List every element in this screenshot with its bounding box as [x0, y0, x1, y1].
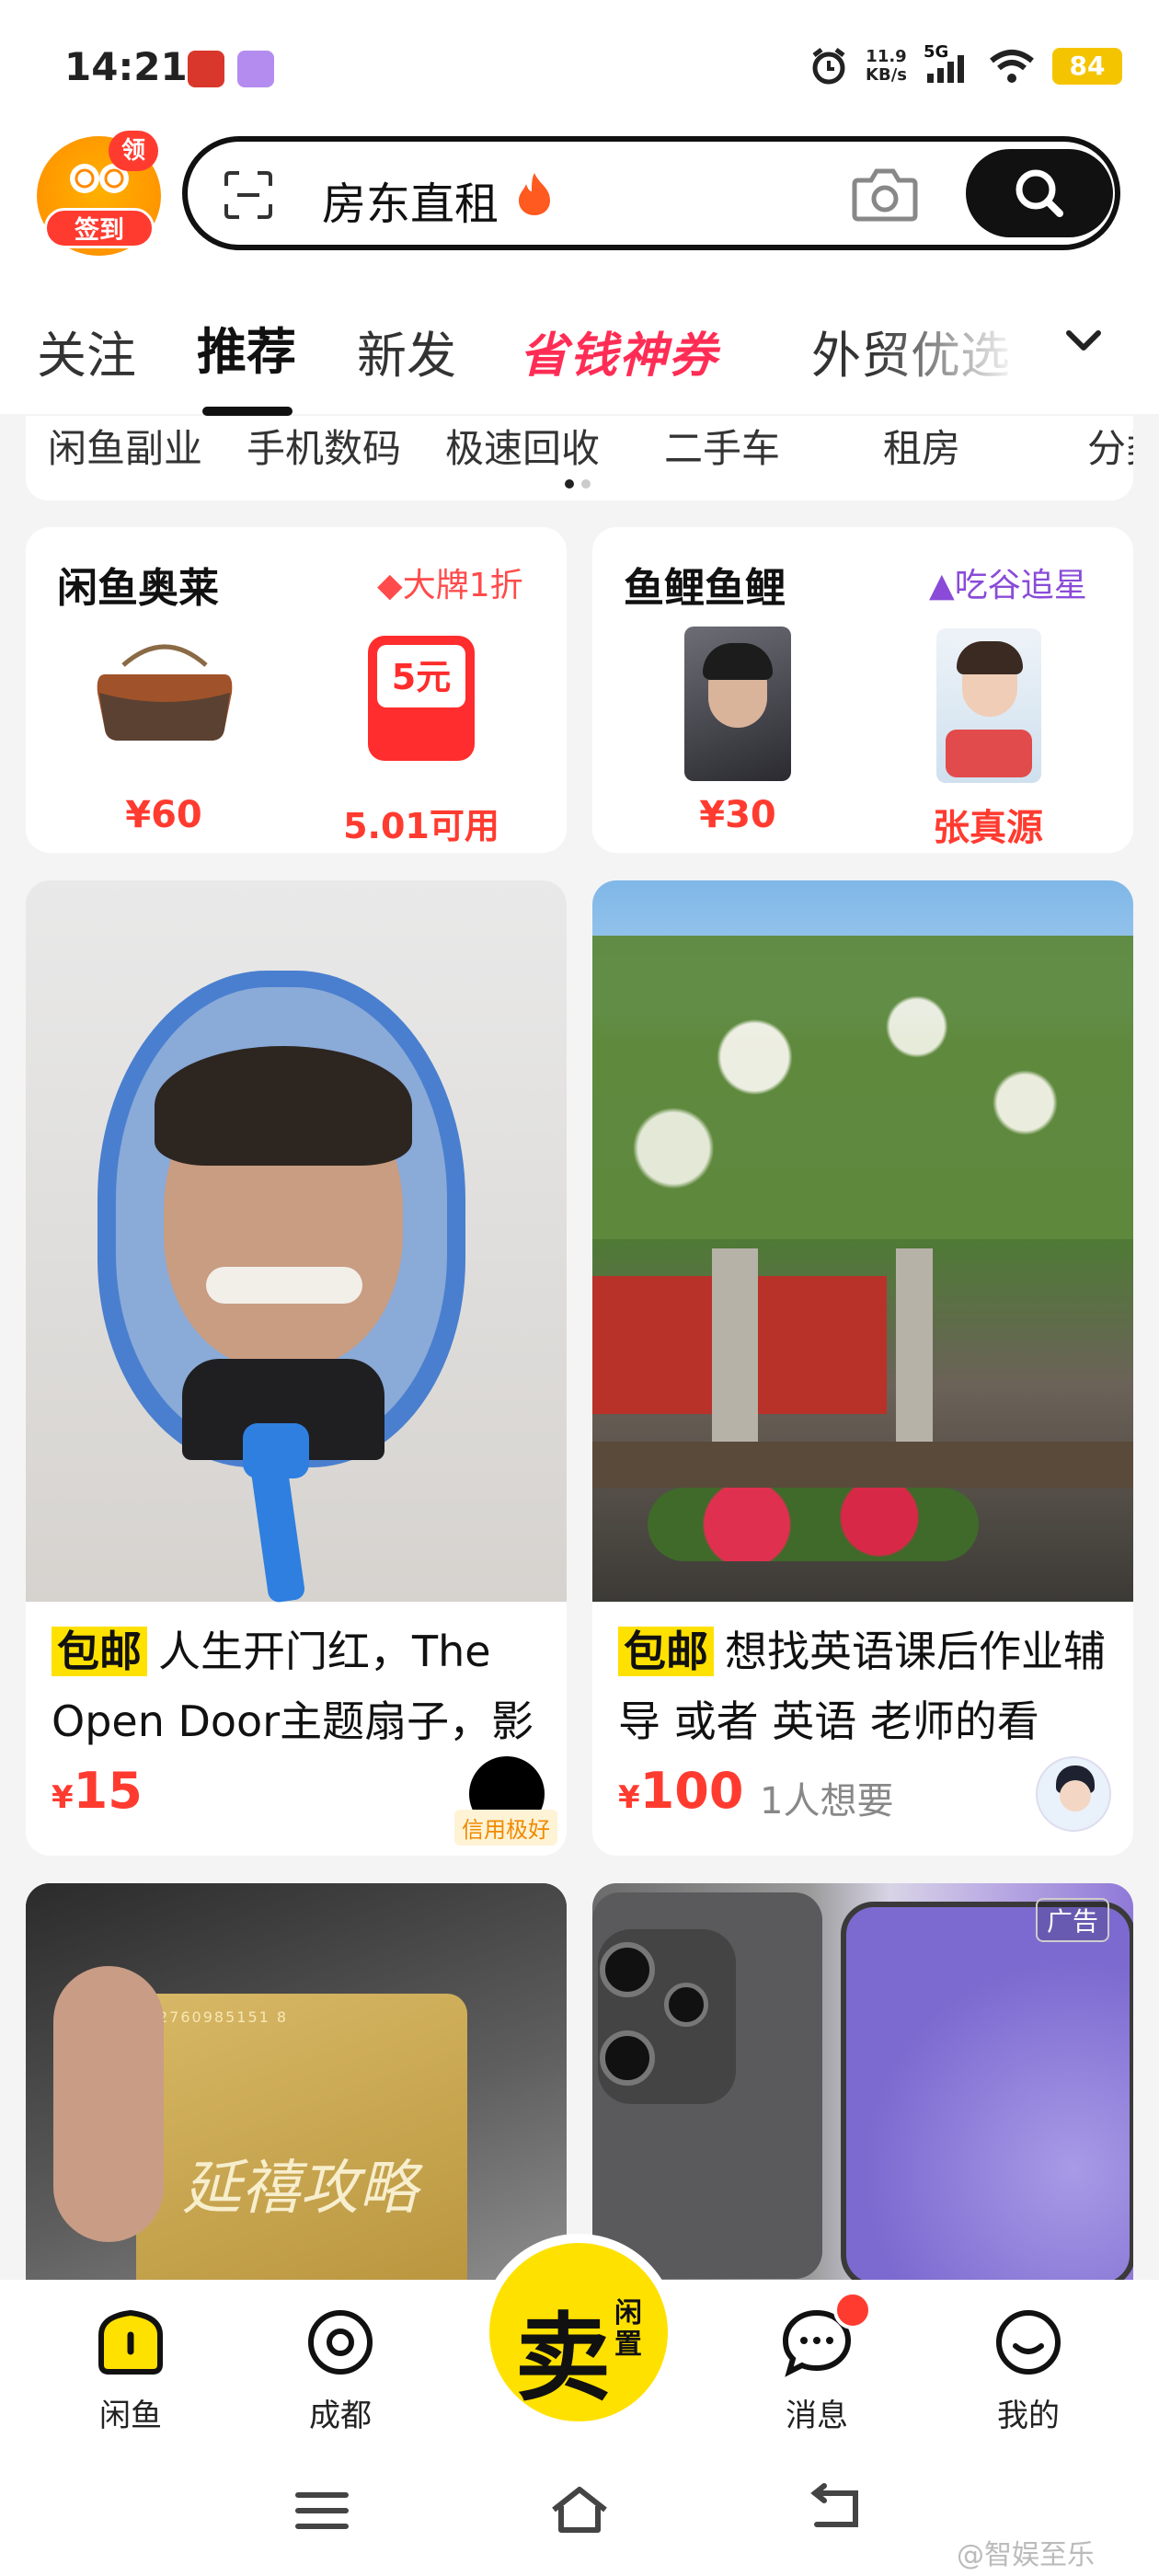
page-dot	[581, 479, 591, 489]
chevron-down-icon[interactable]	[1056, 313, 1111, 368]
hand	[53, 1966, 164, 2242]
card-number: 2760985151 8	[158, 2008, 289, 2026]
product-price: ¥100	[618, 1762, 744, 1820]
feed-item-ad[interactable]: 广告	[592, 1883, 1133, 2280]
want-count: 1人想要	[760, 1780, 894, 1823]
card-art-text: 延禧攻略	[182, 2155, 418, 2223]
category-item[interactable]: 分类	[1087, 418, 1133, 474]
photocard-image-2[interactable]	[936, 628, 1041, 783]
back-icon[interactable]	[806, 2482, 866, 2536]
app-notification-icon	[188, 51, 224, 87]
category-item[interactable]: 二手车	[664, 418, 780, 474]
status-time: 14:21	[64, 44, 188, 89]
signal-icon: 5G	[924, 42, 971, 85]
search-icon	[1016, 169, 1063, 217]
gold-card: 2760985151 8 延禧攻略	[136, 1994, 467, 2280]
credit-badge: 信用极好	[454, 1810, 557, 1846]
net-speed: 11.9 KB/s	[866, 47, 907, 85]
category-item[interactable]: 手机数码	[247, 418, 401, 474]
promo-title: 鱼鲤鱼鲤	[624, 565, 786, 612]
seller-avatar[interactable]	[1036, 1756, 1111, 1832]
category-item[interactable]: 闲鱼副业	[48, 418, 202, 474]
feed-item[interactable]: 2760985151 8 延禧攻略	[26, 1883, 567, 2280]
promo-price: ¥60	[125, 794, 202, 836]
promo-price: ¥30	[699, 794, 776, 836]
feed-item[interactable]: 包邮 想找英语课后作业辅导 或者 英语 老师的看 ¥100 1人想要	[592, 880, 1133, 1856]
profile-icon	[996, 2310, 1061, 2375]
category-item[interactable]: 极速回收	[445, 418, 600, 474]
price-tag-icon: ◆	[377, 567, 403, 604]
promo-title: 闲鱼奥莱	[57, 565, 219, 612]
home-nav-icon[interactable]	[546, 2480, 613, 2539]
product-title: 包邮 人生开门红，The Open Door主题扇子，影	[52, 1627, 534, 1746]
search-button[interactable]	[966, 149, 1113, 237]
promo-tag: ▲吃谷追星	[929, 567, 1087, 604]
battery-indicator: 84	[1052, 48, 1122, 85]
promo-card-fandom[interactable]: 鱼鲤鱼鲤 ▲吃谷追星 ¥30 张真源	[592, 527, 1133, 853]
promo-tag: ◆大牌1折	[377, 567, 523, 604]
camera-search-icon[interactable]	[851, 164, 919, 223]
signin-badge: 领	[109, 131, 158, 171]
product-price: ¥15	[52, 1762, 143, 1820]
sell-sublabel: 闲置	[614, 2297, 642, 2361]
sell-label[interactable]: 卖	[515, 2280, 611, 2419]
nav-item-profile[interactable]: 我的	[964, 2304, 1093, 2435]
scan-icon[interactable]	[221, 167, 276, 223]
red-packet-image[interactable]: 5元	[368, 636, 475, 761]
promo-celebrity-label: 张真源	[933, 807, 1043, 849]
active-tab-indicator	[202, 407, 293, 416]
coupon-value: 5元	[391, 657, 452, 697]
product-image-garden	[592, 880, 1133, 1602]
thumbs-up-icon: ▲	[929, 567, 955, 604]
photocard-image[interactable]	[684, 627, 791, 781]
bag-image[interactable]	[86, 638, 243, 748]
tab-new[interactable]: 新发	[357, 315, 456, 387]
search-input[interactable]: 房东直租	[322, 167, 499, 232]
home-icon	[98, 2309, 163, 2375]
feed-item[interactable]: 包邮 人生开门红，The Open Door主题扇子，影 ¥15 信用极好	[26, 880, 567, 1856]
free-shipping-tag: 包邮	[52, 1627, 147, 1676]
tab-follow[interactable]: 关注	[37, 315, 136, 387]
product-title: 包邮 想找英语课后作业辅导 或者 英语 老师的看	[618, 1627, 1106, 1746]
phone-back	[592, 1892, 822, 2279]
page-dot-active	[565, 479, 574, 489]
free-shipping-tag: 包邮	[618, 1627, 714, 1676]
unread-dot	[833, 2291, 872, 2329]
watermark: @智娱至乐	[957, 2539, 1095, 2571]
status-icons: 11.9 KB/s 5G 84	[809, 42, 1122, 86]
product-image-fan	[26, 880, 567, 1604]
nav-item-home[interactable]: 闲鱼	[66, 2304, 195, 2435]
tab-coupons[interactable]: 省钱神券	[520, 316, 718, 385]
phone-front	[841, 1902, 1133, 2280]
hot-fire-icon	[519, 173, 550, 215]
nav-item-city[interactable]: 成都	[276, 2304, 405, 2435]
category-strip: 闲鱼副业 手机数码 极速回收 二手车 租房 分类	[26, 416, 1133, 500]
tab-recommend[interactable]: 推荐	[197, 311, 296, 384]
ad-label: 广告	[1036, 1898, 1110, 1942]
promo-card-outlet[interactable]: 闲鱼奥莱 ◆大牌1折 ¥60 5元 5.01可用	[26, 527, 567, 853]
alarm-icon	[812, 48, 845, 85]
promo-coupon-label: 5.01可用	[343, 806, 499, 846]
location-icon	[308, 2310, 373, 2375]
tabs-fade	[874, 304, 1067, 386]
app-notification-icon-2	[237, 51, 274, 87]
signin-label[interactable]: 签到	[44, 208, 155, 248]
menu-icon[interactable]	[293, 2486, 351, 2536]
wifi-icon	[990, 50, 1034, 83]
category-item[interactable]: 租房	[883, 418, 960, 474]
